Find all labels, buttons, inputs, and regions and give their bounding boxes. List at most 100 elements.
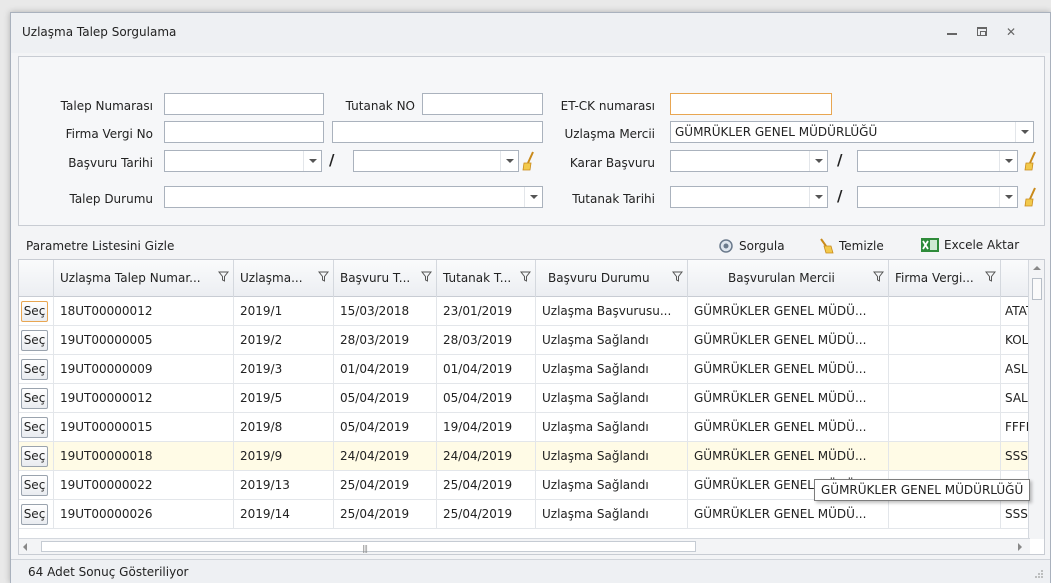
vertical-scrollbar[interactable] — [1028, 260, 1044, 539]
excel-export-button[interactable]: Excele Aktar — [921, 238, 1019, 252]
basvuru-tarihi-label: Başvuru Tarihi — [68, 156, 153, 170]
tutanak-tarihi-cell: 28/03/2019 — [437, 326, 536, 354]
basvuru-tarihi-cell: 28/03/2019 — [334, 326, 437, 354]
table-row[interactable]: Seç 19UT00000009 2019/3 01/04/2019 01/04/201… — [19, 355, 1030, 384]
select-cell: Seç — [19, 355, 54, 383]
filter-icon[interactable] — [421, 271, 432, 282]
scroll-thumb[interactable]: ||| — [41, 541, 696, 553]
chevron-down-icon[interactable] — [809, 151, 827, 171]
column-header[interactable]: Başvuru T... — [334, 260, 437, 297]
filter-icon[interactable] — [985, 271, 996, 282]
tutanak-tarihi-start[interactable] — [670, 186, 828, 208]
karar-basvuru-start[interactable] — [670, 150, 828, 172]
select-row-button[interactable]: Seç — [21, 359, 48, 380]
tutanak-tarihi-label: Tutanak Tarihi — [572, 192, 655, 206]
tutanak-tarihi-end[interactable] — [857, 186, 1018, 208]
scroll-left-icon[interactable] — [23, 543, 27, 551]
column-header[interactable]: Uzlaşma... — [234, 260, 334, 297]
minimize-button[interactable] — [943, 23, 961, 41]
column-header[interactable]: Başvurulan Mercii — [688, 260, 889, 297]
table-row[interactable]: Seç 19UT00000018 2019/9 24/04/2019 24/04/201… — [19, 442, 1030, 471]
table-row[interactable]: Seç 19UT00000005 2019/2 28/03/2019 28/03/201… — [19, 326, 1030, 355]
column-header[interactable] — [1001, 260, 1030, 297]
column-header-label: Uzlaşma Talep Numar... — [60, 271, 201, 285]
select-row-button[interactable]: Seç — [21, 330, 48, 351]
table-row[interactable]: Seç 18UT00000012 2019/1 15/03/2018 23/01/201… — [19, 297, 1030, 326]
uzlasma-cell: 2019/14 — [234, 500, 334, 528]
grip-icon: ||| — [362, 544, 368, 553]
scroll-right-icon[interactable] — [1018, 543, 1022, 551]
filter-icon[interactable] — [873, 271, 884, 282]
select-row-button[interactable]: Seç — [21, 475, 48, 496]
basvurulan-mercii-cell: GÜMRÜKLER GENEL MÜDÜ... — [688, 355, 889, 383]
basvurulan-mercii-cell: GÜMRÜKLER GENEL MÜDÜ... — [688, 442, 889, 470]
select-cell: Seç — [19, 297, 54, 325]
broom-icon[interactable] — [522, 151, 536, 171]
table-row[interactable]: Seç 19UT00000015 2019/8 05/04/2019 19/04/201… — [19, 413, 1030, 442]
basvuru-tarihi-start[interactable] — [164, 150, 322, 172]
filter-icon[interactable] — [218, 271, 229, 282]
broom-icon[interactable] — [1024, 151, 1038, 171]
select-row-button[interactable]: Seç — [21, 301, 48, 322]
etck-input[interactable] — [670, 93, 832, 115]
select-row-button[interactable]: Seç — [21, 504, 48, 525]
extra-cell: SSSS — [1005, 449, 1030, 463]
column-header-label: Firma Vergi... — [895, 271, 974, 285]
select-cell: Seç — [19, 384, 54, 412]
table-row[interactable]: Seç 19UT00000012 2019/5 05/04/2019 05/04/201… — [19, 384, 1030, 413]
basvuru-durumu-cell: Uzlaşma Sağlandı — [536, 384, 688, 412]
filter-icon[interactable] — [318, 271, 329, 282]
talep-no-cell: 19UT00000026 — [54, 500, 234, 528]
maximize-button[interactable] — [973, 23, 991, 41]
scroll-up-icon[interactable] — [1033, 266, 1041, 270]
chevron-down-icon[interactable] — [809, 187, 827, 207]
uzlasma-mercii-select[interactable]: GÜMRÜKLER GENEL MÜDÜRLÜĞÜ — [670, 121, 1034, 143]
uzlasma-cell: 2019/1 — [234, 297, 334, 325]
sorgula-button[interactable]: Sorgula — [718, 238, 785, 254]
broom-icon[interactable] — [1024, 187, 1038, 207]
tutanak-no-input[interactable] — [422, 93, 543, 115]
extra-cell: ASLAI — [1005, 362, 1030, 376]
resize-grip-icon[interactable] — [1034, 569, 1044, 579]
select-row-button[interactable]: Seç — [21, 388, 48, 409]
column-header[interactable]: Uzlaşma Talep Numar... — [54, 260, 234, 297]
basvurulan-mercii-cell: GÜMRÜKLER GENEL MÜDÜ... — [688, 413, 889, 441]
filter-icon[interactable] — [520, 271, 531, 282]
talep-durumu-select[interactable] — [164, 186, 543, 208]
close-button[interactable]: ✕ — [1002, 23, 1020, 41]
select-row-button[interactable]: Seç — [21, 417, 48, 438]
temizle-button[interactable]: Temizle — [818, 238, 884, 254]
column-header[interactable]: Başvuru Durumu — [536, 260, 688, 297]
column-header[interactable]: Firma Vergi... — [889, 260, 1001, 297]
column-header-label: Başvurulan Mercii — [728, 271, 835, 285]
select-row-button[interactable]: Seç — [21, 446, 48, 467]
filter-icon[interactable] — [672, 271, 683, 282]
talep-no-cell: 19UT00000012 — [54, 384, 234, 412]
basvuru-tarihi-end[interactable] — [353, 150, 519, 172]
column-header-label: Uzlaşma... — [240, 271, 303, 285]
window-title: Uzlaşma Talep Sorgulama — [22, 25, 177, 39]
basvurulan-mercii-cell: GÜMRÜKLER GENEL MÜDÜ... — [688, 326, 889, 354]
uzlasma-cell: 2019/8 — [234, 413, 334, 441]
horizontal-scrollbar[interactable]: ||| — [19, 538, 1030, 554]
talep-numarasi-input[interactable] — [164, 93, 324, 115]
gear-search-icon — [719, 239, 733, 253]
chevron-down-icon[interactable] — [524, 187, 542, 207]
karar-basvuru-end[interactable] — [857, 150, 1018, 172]
chevron-down-icon[interactable] — [999, 187, 1017, 207]
scroll-thumb[interactable] — [1032, 278, 1042, 300]
chevron-down-icon[interactable] — [500, 151, 518, 171]
firma-vergi-input[interactable] — [164, 121, 324, 143]
toggle-params-link[interactable]: Parametre Listesini Gizle — [26, 239, 174, 253]
karar-basvuru-label: Karar Başvuru — [569, 156, 655, 170]
column-header[interactable]: Tutanak T... — [437, 260, 536, 297]
tutanak-tarihi-cell: 24/04/2019 — [437, 442, 536, 470]
firma-vergi-cell — [889, 297, 1001, 325]
table-row[interactable]: Seç 19UT00000026 2019/14 25/04/2019 25/04/20… — [19, 500, 1030, 529]
chevron-down-icon[interactable] — [999, 151, 1017, 171]
firma-unvan-input[interactable] — [332, 121, 543, 143]
chevron-down-icon[interactable] — [1015, 122, 1033, 142]
select-cell: Seç — [19, 442, 54, 470]
basvuru-durumu-cell: Uzlaşma Sağlandı — [536, 413, 688, 441]
chevron-down-icon[interactable] — [303, 151, 321, 171]
